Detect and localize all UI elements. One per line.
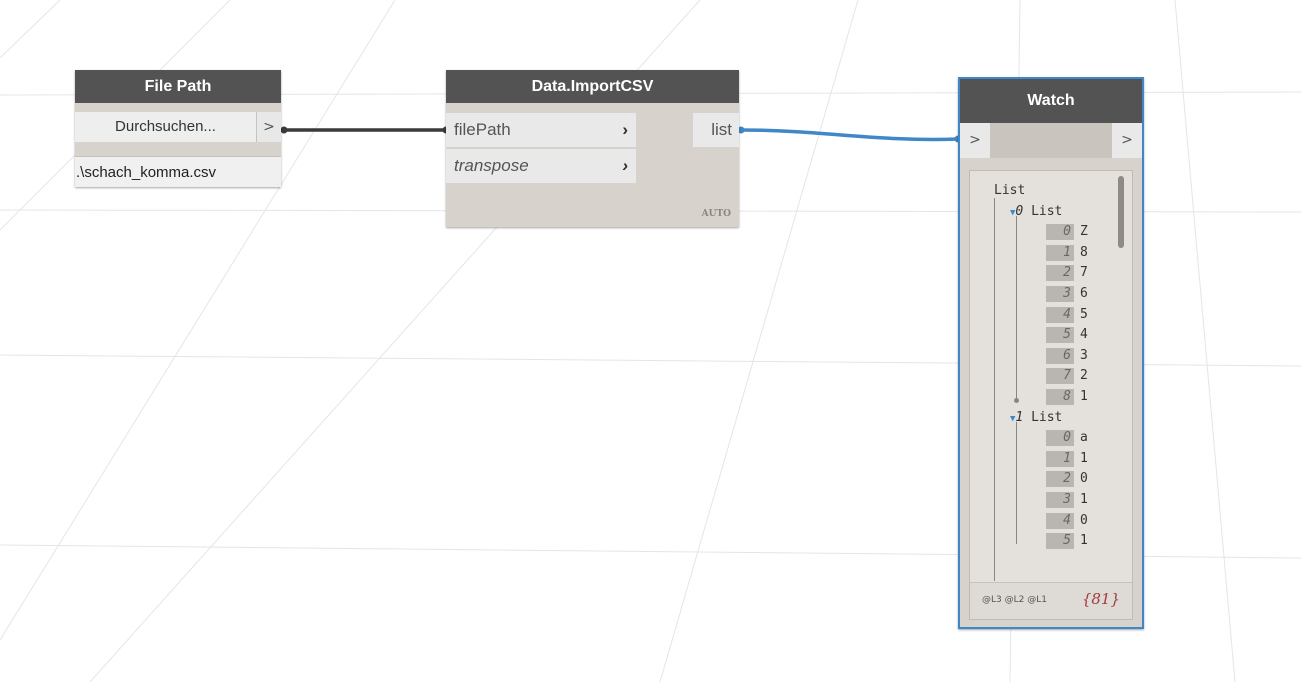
item-index: 2 [1046, 471, 1074, 488]
item-value: 0 [1080, 471, 1088, 487]
list-item: 45 [1046, 305, 1088, 325]
list-item: 18 [1046, 243, 1088, 263]
item-value: 6 [1080, 286, 1088, 301]
tree-guide-line [994, 197, 995, 581]
item-value: 1 [1080, 389, 1088, 404]
list-item: 81 [1046, 387, 1088, 407]
chevron-right-icon: › [622, 156, 628, 175]
item-value: 2 [1080, 368, 1088, 384]
list-levels[interactable]: @L3 @L2 @L1 [982, 595, 1047, 605]
item-count: {81} [1081, 590, 1120, 608]
sublist-header[interactable]: ▼0 List [1010, 202, 1062, 222]
node-title[interactable]: Watch [960, 79, 1142, 123]
chevron-right-icon: › [622, 120, 628, 139]
list-item: 27 [1046, 263, 1088, 283]
item-index: 6 [1046, 347, 1074, 364]
sublist-label: List [1023, 203, 1063, 219]
item-index: 2 [1046, 265, 1074, 282]
item-value: 3 [1080, 347, 1088, 363]
list-item: 51 [1046, 531, 1088, 551]
scrollbar[interactable] [1118, 176, 1124, 248]
file-path-value: .\schach_komma.csv [75, 156, 281, 187]
item-value: 7 [1080, 265, 1088, 281]
item-index: 7 [1046, 368, 1074, 385]
item-index: 0 [1046, 430, 1074, 447]
list-item: 11 [1046, 449, 1088, 469]
list-item: 20 [1046, 469, 1088, 489]
list-item: 40 [1046, 511, 1088, 531]
item-value: 4 [1080, 327, 1088, 343]
input-port-filepath[interactable]: filePath › [446, 113, 636, 147]
output-port-list[interactable]: list [693, 113, 739, 147]
output-port[interactable]: > [1112, 123, 1142, 158]
output-port[interactable]: > [257, 112, 281, 142]
item-value: 1 [1080, 450, 1088, 466]
item-value: 8 [1080, 244, 1088, 260]
item-index: 0 [1046, 224, 1074, 241]
item-value: Z [1080, 224, 1088, 240]
list-item: 0Z [1046, 222, 1088, 242]
port-label: transpose [454, 156, 529, 175]
input-port[interactable]: > [960, 123, 990, 158]
port-row [990, 123, 1112, 158]
item-index: 8 [1046, 389, 1074, 405]
item-index: 3 [1046, 492, 1074, 508]
tree-guide-line [1016, 216, 1017, 400]
item-value: 1 [1080, 492, 1088, 507]
tree-root-label: List [994, 183, 1026, 198]
import-csv-node[interactable]: Data.ImportCSV filePath › transpose › li… [446, 70, 739, 227]
item-index: 5 [1046, 327, 1074, 344]
item-index: 4 [1046, 306, 1074, 323]
item-index: 5 [1046, 533, 1074, 550]
watch-panel[interactable]: List ▼0 List 0 Z 1 8 2 7 3 6 4 5 5 4 6 3 7 2 8 1 ▼1 List 0 a 1 1… [969, 170, 1133, 620]
list-item: 0a [1046, 428, 1088, 448]
watch-footer: @L3 @L2 @L1 {81} [970, 582, 1132, 619]
item-index: 1 [1046, 450, 1074, 467]
port-label: filePath [454, 120, 511, 139]
item-value: a [1080, 430, 1088, 446]
node-title[interactable]: Data.ImportCSV [446, 70, 739, 103]
item-value: 1 [1080, 533, 1088, 549]
watch-tree[interactable]: List ▼0 List 0 Z 1 8 2 7 3 6 4 5 5 4 6 3 7 2 8 1 ▼1 List 0 a 1 1… [970, 171, 1132, 581]
lacing-badge: AUTO [701, 209, 731, 219]
tree-guide-line [1016, 422, 1017, 544]
browse-button[interactable]: Durchsuchen... [75, 112, 257, 142]
list-item: 54 [1046, 325, 1088, 345]
sublist-label: List [1023, 409, 1063, 425]
list-item: 36 [1046, 284, 1088, 304]
input-port-transpose[interactable]: transpose › [446, 149, 636, 183]
list-item: 63 [1046, 346, 1088, 366]
tree-guide-end-dot [1014, 397, 1019, 403]
item-index: 4 [1046, 512, 1074, 529]
list-item: 72 [1046, 366, 1088, 386]
node-title[interactable]: File Path [75, 70, 281, 103]
list-item: 31 [1046, 490, 1088, 510]
item-value: 0 [1080, 512, 1088, 528]
file-path-node[interactable]: File Path Durchsuchen... > .\schach_komm… [75, 70, 281, 187]
item-index: 1 [1046, 244, 1074, 261]
item-index: 3 [1046, 286, 1074, 302]
watch-node[interactable]: Watch > > List ▼0 List 0 Z 1 8 2 7 3 6 4 5 5 4 6 3 7 2 8 1 ▼… [958, 77, 1144, 629]
item-value: 5 [1080, 306, 1088, 322]
sublist-header[interactable]: ▼1 List [1010, 408, 1062, 428]
